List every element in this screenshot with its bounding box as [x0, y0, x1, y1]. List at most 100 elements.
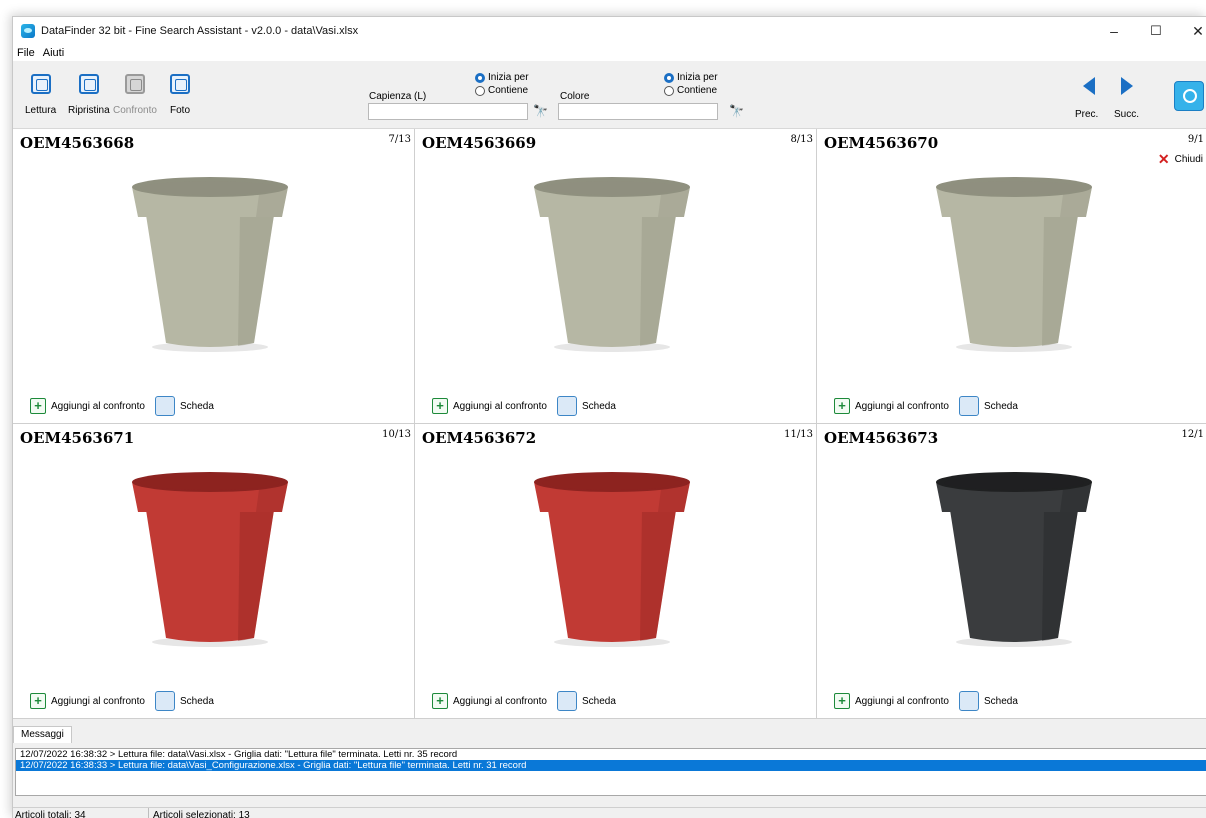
colore-label: Colore: [560, 91, 590, 102]
add-compare-button[interactable]: Aggiungi al confronto: [855, 696, 949, 707]
next-arrow-icon[interactable]: [1121, 77, 1133, 95]
product-position: 8/13: [790, 134, 813, 145]
card-actions: + Aggiungi al confronto Scheda: [432, 396, 616, 416]
app-icon: [21, 24, 35, 38]
add-compare-button[interactable]: Aggiungi al confronto: [453, 696, 547, 707]
colore-input[interactable]: [558, 103, 718, 120]
product-card: OEM4563672 11/13 + Aggiungi al confronto…: [415, 424, 817, 719]
menu-bar: File Aiuti: [13, 45, 1206, 61]
sheet-button[interactable]: Scheda: [180, 696, 214, 707]
next-label[interactable]: Succ.: [1114, 109, 1139, 120]
sheet-button[interactable]: Scheda: [984, 696, 1018, 707]
message-line[interactable]: 12/07/2022 16:38:32 > Lettura file: data…: [16, 749, 1206, 760]
confronto-button[interactable]: Confronto: [113, 74, 157, 116]
product-card: OEM4563669 8/13 + Aggiungi al confronto …: [415, 129, 817, 424]
tab-messaggi[interactable]: Messaggi: [13, 726, 72, 743]
colore-radio-contains[interactable]: Contiene: [664, 85, 717, 96]
add-compare-button[interactable]: Aggiungi al confronto: [51, 401, 145, 412]
sheet-icon[interactable]: [556, 396, 577, 416]
product-code: OEM4563668: [20, 134, 135, 152]
pot-body-shade: [640, 215, 676, 346]
add-compare-icon[interactable]: +: [432, 693, 448, 709]
sheet-button[interactable]: Scheda: [582, 401, 616, 412]
minimize-button[interactable]: –: [1092, 17, 1136, 45]
product-card: OEM4563673 12/1 + Aggiungi al confronto …: [817, 424, 1206, 719]
add-compare-icon[interactable]: +: [834, 693, 850, 709]
product-code: OEM4563670: [824, 134, 939, 152]
lettura-button[interactable]: Lettura: [25, 74, 56, 116]
search-icon[interactable]: [1174, 81, 1204, 111]
capienza-radio-start[interactable]: Inizia per: [475, 72, 529, 83]
pot-inner: [542, 181, 682, 195]
prev-arrow-icon[interactable]: [1083, 77, 1095, 95]
pot-body-shade: [238, 215, 274, 346]
pot-body-shade: [1042, 215, 1078, 346]
capienza-input[interactable]: [368, 103, 528, 120]
binoculars-icon[interactable]: 🔭: [729, 104, 744, 118]
foto-button[interactable]: Foto: [170, 74, 190, 116]
lettura-label: Lettura: [25, 105, 57, 116]
add-compare-button[interactable]: Aggiungi al confronto: [855, 401, 949, 412]
product-position: 11/13: [784, 429, 813, 440]
product-code: OEM4563672: [422, 429, 537, 447]
capienza-radio-contains[interactable]: Contiene: [475, 85, 528, 96]
message-line-selected[interactable]: 12/07/2022 16:38:33 > Lettura file: data…: [16, 760, 1206, 771]
status-divider: [148, 808, 149, 818]
pot-image: [936, 177, 1092, 352]
foto-label: Foto: [170, 105, 191, 116]
menu-aiuti[interactable]: Aiuti: [43, 47, 64, 59]
add-compare-button[interactable]: Aggiungi al confronto: [51, 696, 145, 707]
message-log[interactable]: 12/07/2022 16:38:32 > Lettura file: data…: [15, 748, 1206, 796]
sheet-icon[interactable]: [154, 396, 175, 416]
menu-file[interactable]: File: [17, 47, 35, 59]
toolbar: Lettura Ripristina Confronto Foto Capien…: [13, 61, 1206, 129]
sheet-icon[interactable]: [958, 691, 979, 711]
card-actions: + Aggiungi al confronto Scheda: [432, 691, 616, 711]
ripristina-label: Ripristina: [68, 105, 110, 116]
photo-icon: [170, 74, 190, 94]
pot-image: [534, 177, 690, 352]
status-bar: Articoli totali: 34 Articoli selezionati…: [13, 807, 1206, 818]
add-compare-icon[interactable]: +: [834, 398, 850, 414]
sheet-icon[interactable]: [154, 691, 175, 711]
ripristina-button[interactable]: Ripristina: [68, 74, 110, 116]
sheet-button[interactable]: Scheda: [180, 401, 214, 412]
colore-radio-start[interactable]: Inizia per: [664, 72, 718, 83]
close-button[interactable]: ✕: [1176, 17, 1206, 45]
product-code: OEM4563673: [824, 429, 939, 447]
sheet-icon[interactable]: [556, 691, 577, 711]
title-bar: DataFinder 32 bit - Fine Search Assistan…: [13, 17, 1206, 45]
status-selected: Articoli selezionati: 13: [153, 810, 250, 818]
radio-icon: [475, 85, 485, 96]
status-total: Articoli totali: 34: [15, 810, 86, 818]
card-actions: + Aggiungi al confronto Scheda: [834, 396, 1018, 416]
radio-icon: [664, 85, 674, 96]
read-icon: [30, 74, 51, 94]
maximize-button[interactable]: ☐: [1134, 17, 1178, 45]
sheet-button[interactable]: Scheda: [984, 401, 1018, 412]
add-compare-icon[interactable]: +: [30, 398, 46, 414]
product-card: OEM4563671 10/13 + Aggiungi al confronto…: [13, 424, 415, 719]
pot-image: [936, 472, 1092, 647]
product-card: OEM4563668 7/13 + Aggiungi al confronto …: [13, 129, 415, 424]
pot-inner: [542, 476, 682, 490]
pot-image: [132, 472, 288, 647]
capienza-label: Capienza (L): [369, 91, 427, 102]
product-card: OEM4563670 9/1 ✕ Chiudi + Aggiungi al co…: [817, 129, 1206, 424]
compare-icon: [124, 74, 145, 94]
pot-inner: [944, 476, 1084, 490]
add-compare-icon[interactable]: +: [30, 693, 46, 709]
product-position: 12/1: [1181, 429, 1204, 440]
add-compare-button[interactable]: Aggiungi al confronto: [453, 401, 547, 412]
confronto-label: Confronto: [113, 105, 157, 116]
sheet-icon[interactable]: [958, 396, 979, 416]
prev-label[interactable]: Prec.: [1075, 109, 1098, 120]
card-actions: + Aggiungi al confronto Scheda: [30, 396, 214, 416]
binoculars-icon[interactable]: 🔭: [533, 104, 548, 118]
pot-image: [534, 472, 690, 647]
product-position: 10/13: [382, 429, 411, 440]
add-compare-icon[interactable]: +: [432, 398, 448, 414]
close-card-button[interactable]: ✕ Chiudi: [1158, 151, 1203, 168]
pot-inner: [944, 181, 1084, 195]
sheet-button[interactable]: Scheda: [582, 696, 616, 707]
